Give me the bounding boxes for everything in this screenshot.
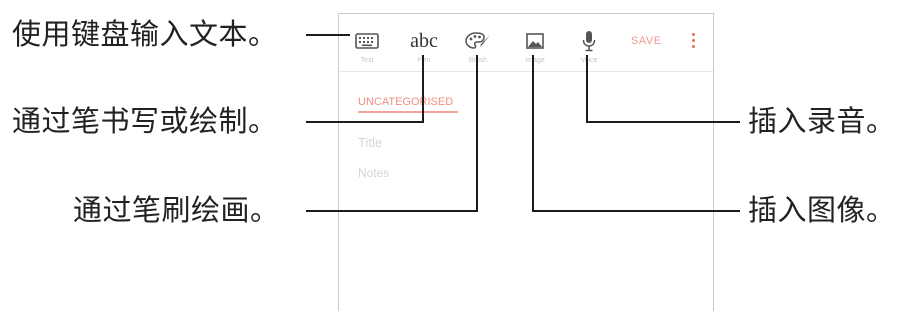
image-callout-line-h [532, 210, 740, 212]
title-field[interactable]: Title [358, 135, 382, 150]
keyboard-mode-button[interactable]: Text [347, 24, 387, 70]
brush-mode-label: Brush [458, 57, 498, 64]
callout-brush: 通过笔刷绘画。 [73, 193, 280, 227]
callout-handwriting: 通过笔书写或绘制。 [12, 104, 278, 138]
more-options-icon[interactable] [690, 32, 696, 50]
brush-mode-button[interactable]: Brush [458, 24, 498, 70]
category-selector[interactable]: UNCATEGORISED [358, 96, 453, 108]
palette-brush-icon [458, 28, 498, 54]
image-callout-line-v [532, 55, 534, 212]
brush-callout-line-v [476, 55, 478, 212]
callout-image: 插入图像。 [748, 193, 896, 227]
handwriting-mode-button[interactable]: abc Pen [404, 24, 444, 70]
keyboard-callout-line [306, 34, 350, 36]
brush-callout-line-h [306, 210, 478, 212]
keyboard-icon [347, 28, 387, 54]
insert-image-button[interactable]: Image [515, 24, 555, 70]
insert-voice-label: Voice [580, 57, 598, 64]
toolbar-divider [339, 71, 713, 72]
handwriting-glyph: abc [410, 29, 438, 52]
keyboard-mode-label: Text [360, 57, 374, 64]
voice-callout-line-h [586, 121, 740, 123]
handwriting-callout-line-h [306, 121, 424, 123]
microphone-icon [569, 28, 609, 54]
image-icon [515, 28, 555, 54]
insert-image-label: Image [525, 57, 545, 64]
callout-voice: 插入录音。 [748, 104, 896, 138]
note-editor-screen: Text abc Pen Brush Image [338, 13, 714, 311]
category-underline [358, 111, 458, 113]
handwriting-icon: abc [404, 28, 444, 54]
callout-keyboard: 使用键盘输入文本。 [12, 17, 278, 51]
handwriting-callout-line-v [422, 55, 424, 123]
handwriting-mode-label: Pen [417, 57, 431, 64]
voice-callout-line-v [586, 55, 588, 123]
save-button[interactable]: SAVE [631, 35, 662, 47]
notes-field[interactable]: Notes [358, 166, 389, 180]
insert-voice-button[interactable]: Voice [569, 24, 609, 70]
